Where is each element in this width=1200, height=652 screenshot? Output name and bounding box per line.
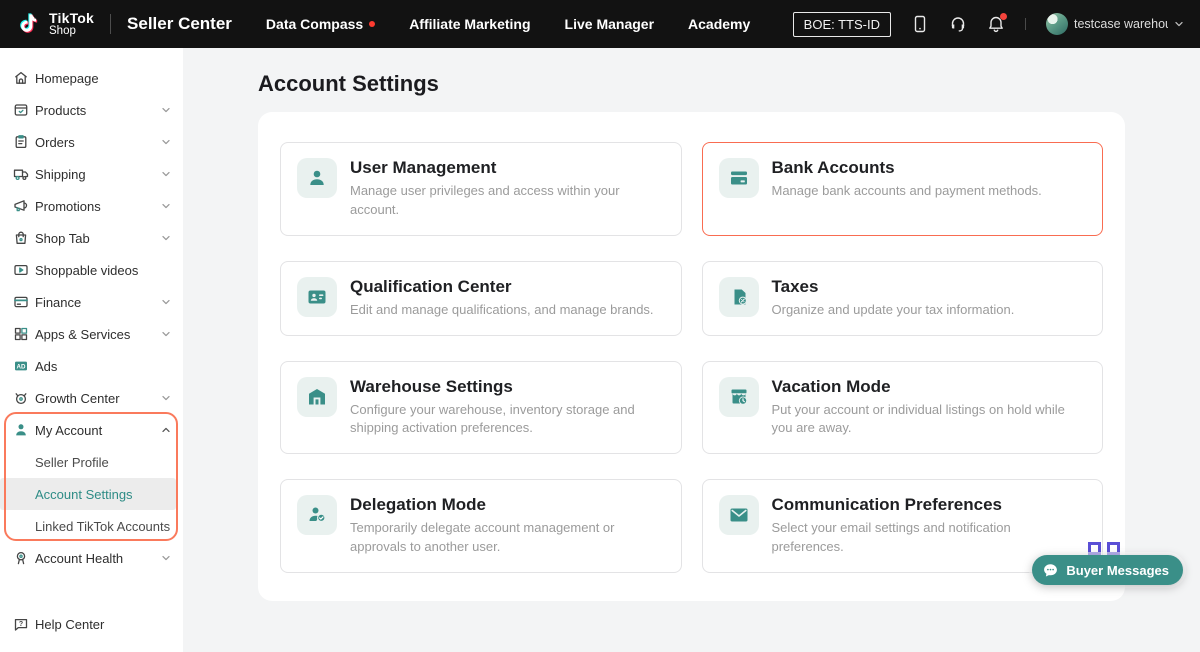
- help-center-icon: ?: [13, 616, 29, 632]
- seller-center-page: TikTok Shop Seller Center Data Compass A…: [0, 0, 1200, 652]
- video-play-icon: [13, 262, 29, 278]
- warehouse-settings-icon: [297, 377, 337, 417]
- topbar-right: BOE: TTS-ID: [793, 12, 1184, 37]
- sidebar-item-seller-profile[interactable]: Seller Profile: [0, 446, 183, 478]
- svg-text:AD: AD: [17, 363, 26, 370]
- settings-cards-grid: User Management Manage user privileges a…: [280, 142, 1103, 573]
- card-vacation-mode[interactable]: Vacation Mode Put your account or indivi…: [702, 361, 1104, 455]
- card-qualification-center[interactable]: Qualification Center Edit and manage qua…: [280, 261, 682, 336]
- chevron-down-icon: [161, 105, 171, 115]
- sidebar-item-shoppable-videos[interactable]: Shoppable videos: [0, 254, 183, 286]
- promotions-megaphone-icon: [13, 198, 29, 214]
- nav-live-manager[interactable]: Live Manager: [565, 16, 654, 32]
- growth-center-icon: [13, 390, 29, 406]
- avatar: [1046, 13, 1068, 35]
- tiktok-shop-logo[interactable]: TikTok Shop: [16, 9, 94, 39]
- mobile-app-icon[interactable]: [911, 15, 929, 33]
- card-warehouse-settings[interactable]: Warehouse Settings Configure your wareho…: [280, 361, 682, 455]
- card-taxes[interactable]: Taxes Organize and update your tax infor…: [702, 261, 1104, 336]
- page-title: Account Settings: [258, 71, 1200, 97]
- ads-icon: AD: [13, 358, 29, 374]
- card-text: Taxes Organize and update your tax infor…: [772, 277, 1015, 320]
- topbar-nav: Data Compass Affiliate Marketing Live Ma…: [254, 16, 750, 32]
- finance-card-icon: [13, 294, 29, 310]
- sidebar-item-shop-tab[interactable]: Shop Tab: [0, 222, 183, 254]
- bank-accounts-icon: [719, 158, 759, 198]
- vacation-mode-icon: [719, 377, 759, 417]
- communication-preferences-icon: [719, 495, 759, 535]
- chevron-down-icon: [161, 553, 171, 563]
- card-text: Warehouse Settings Configure your wareho…: [350, 377, 665, 439]
- delegation-mode-icon: [297, 495, 337, 535]
- chevron-down-icon: [161, 393, 171, 403]
- card-bank-accounts[interactable]: Bank Accounts Manage bank accounts and p…: [702, 142, 1104, 236]
- data-compass-new-dot: [369, 21, 375, 27]
- card-text: Communication Preferences Select your em…: [772, 495, 1087, 557]
- chat-bubble-icon: [1042, 562, 1059, 579]
- chevron-up-icon: [161, 425, 171, 435]
- topbar-mini-divider: [1025, 18, 1026, 30]
- sidebar: Homepage Products Orders Shipping Promot…: [0, 48, 183, 652]
- shipping-truck-icon: [13, 166, 29, 182]
- card-text: Bank Accounts Manage bank accounts and p…: [772, 158, 1042, 201]
- sidebar-item-apps-services[interactable]: Apps & Services: [0, 318, 183, 350]
- sidebar-item-promotions[interactable]: Promotions: [0, 190, 183, 222]
- sidebar-item-products[interactable]: Products: [0, 94, 183, 126]
- chevron-down-icon: [161, 329, 171, 339]
- sidebar-list: Homepage Products Orders Shipping Promot…: [0, 48, 183, 574]
- qualification-center-icon: [297, 277, 337, 317]
- products-box-icon: [13, 102, 29, 118]
- sidebar-item-linked-tiktok-accounts[interactable]: Linked TikTok Accounts: [0, 510, 183, 542]
- card-user-management[interactable]: User Management Manage user privileges a…: [280, 142, 682, 236]
- sidebar-item-growth-center[interactable]: Growth Center: [0, 382, 183, 414]
- chevron-down-icon: [161, 233, 171, 243]
- card-text: User Management Manage user privileges a…: [350, 158, 665, 220]
- sidebar-item-account-health[interactable]: Account Health: [0, 542, 183, 574]
- sidebar-item-account-settings[interactable]: Account Settings: [0, 478, 176, 510]
- sidebar-item-finance[interactable]: Finance: [0, 286, 183, 318]
- sidebar-item-homepage[interactable]: Homepage: [0, 62, 183, 94]
- card-delegation-mode[interactable]: Delegation Mode Temporarily delegate acc…: [280, 479, 682, 573]
- my-account-person-icon: [13, 422, 29, 438]
- card-text: Qualification Center Edit and manage qua…: [350, 277, 654, 320]
- topbar-divider: [110, 14, 111, 34]
- sidebar-item-ads[interactable]: AD Ads: [0, 350, 183, 382]
- seller-center-title[interactable]: Seller Center: [127, 14, 232, 34]
- tiktok-note-icon: [16, 9, 42, 39]
- chevron-down-icon: [161, 297, 171, 307]
- widget-squares-icon: [1088, 542, 1120, 555]
- settings-panel: User Management Manage user privileges a…: [258, 112, 1125, 601]
- shop-bag-icon: [13, 230, 29, 246]
- nav-academy[interactable]: Academy: [688, 16, 750, 32]
- chevron-down-icon: [161, 137, 171, 147]
- nav-affiliate-marketing[interactable]: Affiliate Marketing: [409, 16, 530, 32]
- sidebar-item-shipping[interactable]: Shipping: [0, 158, 183, 190]
- card-text: Vacation Mode Put your account or indivi…: [772, 377, 1087, 439]
- account-health-medal-icon: [13, 550, 29, 566]
- chevron-down-icon: [1174, 19, 1184, 29]
- svg-text:?: ?: [19, 621, 23, 628]
- home-icon: [13, 70, 29, 86]
- user-name: testcase warehouse: [1074, 17, 1168, 31]
- taxes-icon: [719, 277, 759, 317]
- nav-data-compass[interactable]: Data Compass: [266, 16, 375, 32]
- account-menu[interactable]: testcase warehouse: [1046, 13, 1184, 35]
- sidebar-item-help-center[interactable]: ? Help Center: [0, 608, 183, 640]
- sidebar-item-orders[interactable]: Orders: [0, 126, 183, 158]
- sidebar-item-my-account[interactable]: My Account: [0, 414, 183, 446]
- chevron-down-icon: [161, 169, 171, 179]
- chevron-down-icon: [161, 201, 171, 211]
- buyer-messages-button[interactable]: Buyer Messages: [1032, 555, 1183, 585]
- headset-support-icon[interactable]: [949, 15, 967, 33]
- user-management-icon: [297, 158, 337, 198]
- logo-wordmark: TikTok Shop: [49, 11, 94, 38]
- environment-badge[interactable]: BOE: TTS-ID: [793, 12, 891, 37]
- orders-clipboard-icon: [13, 134, 29, 150]
- bell-notification-dot: [1000, 13, 1007, 20]
- card-text: Delegation Mode Temporarily delegate acc…: [350, 495, 665, 557]
- topbar: TikTok Shop Seller Center Data Compass A…: [0, 0, 1200, 48]
- apps-grid-icon: [13, 326, 29, 342]
- notifications-bell-icon[interactable]: [987, 15, 1005, 33]
